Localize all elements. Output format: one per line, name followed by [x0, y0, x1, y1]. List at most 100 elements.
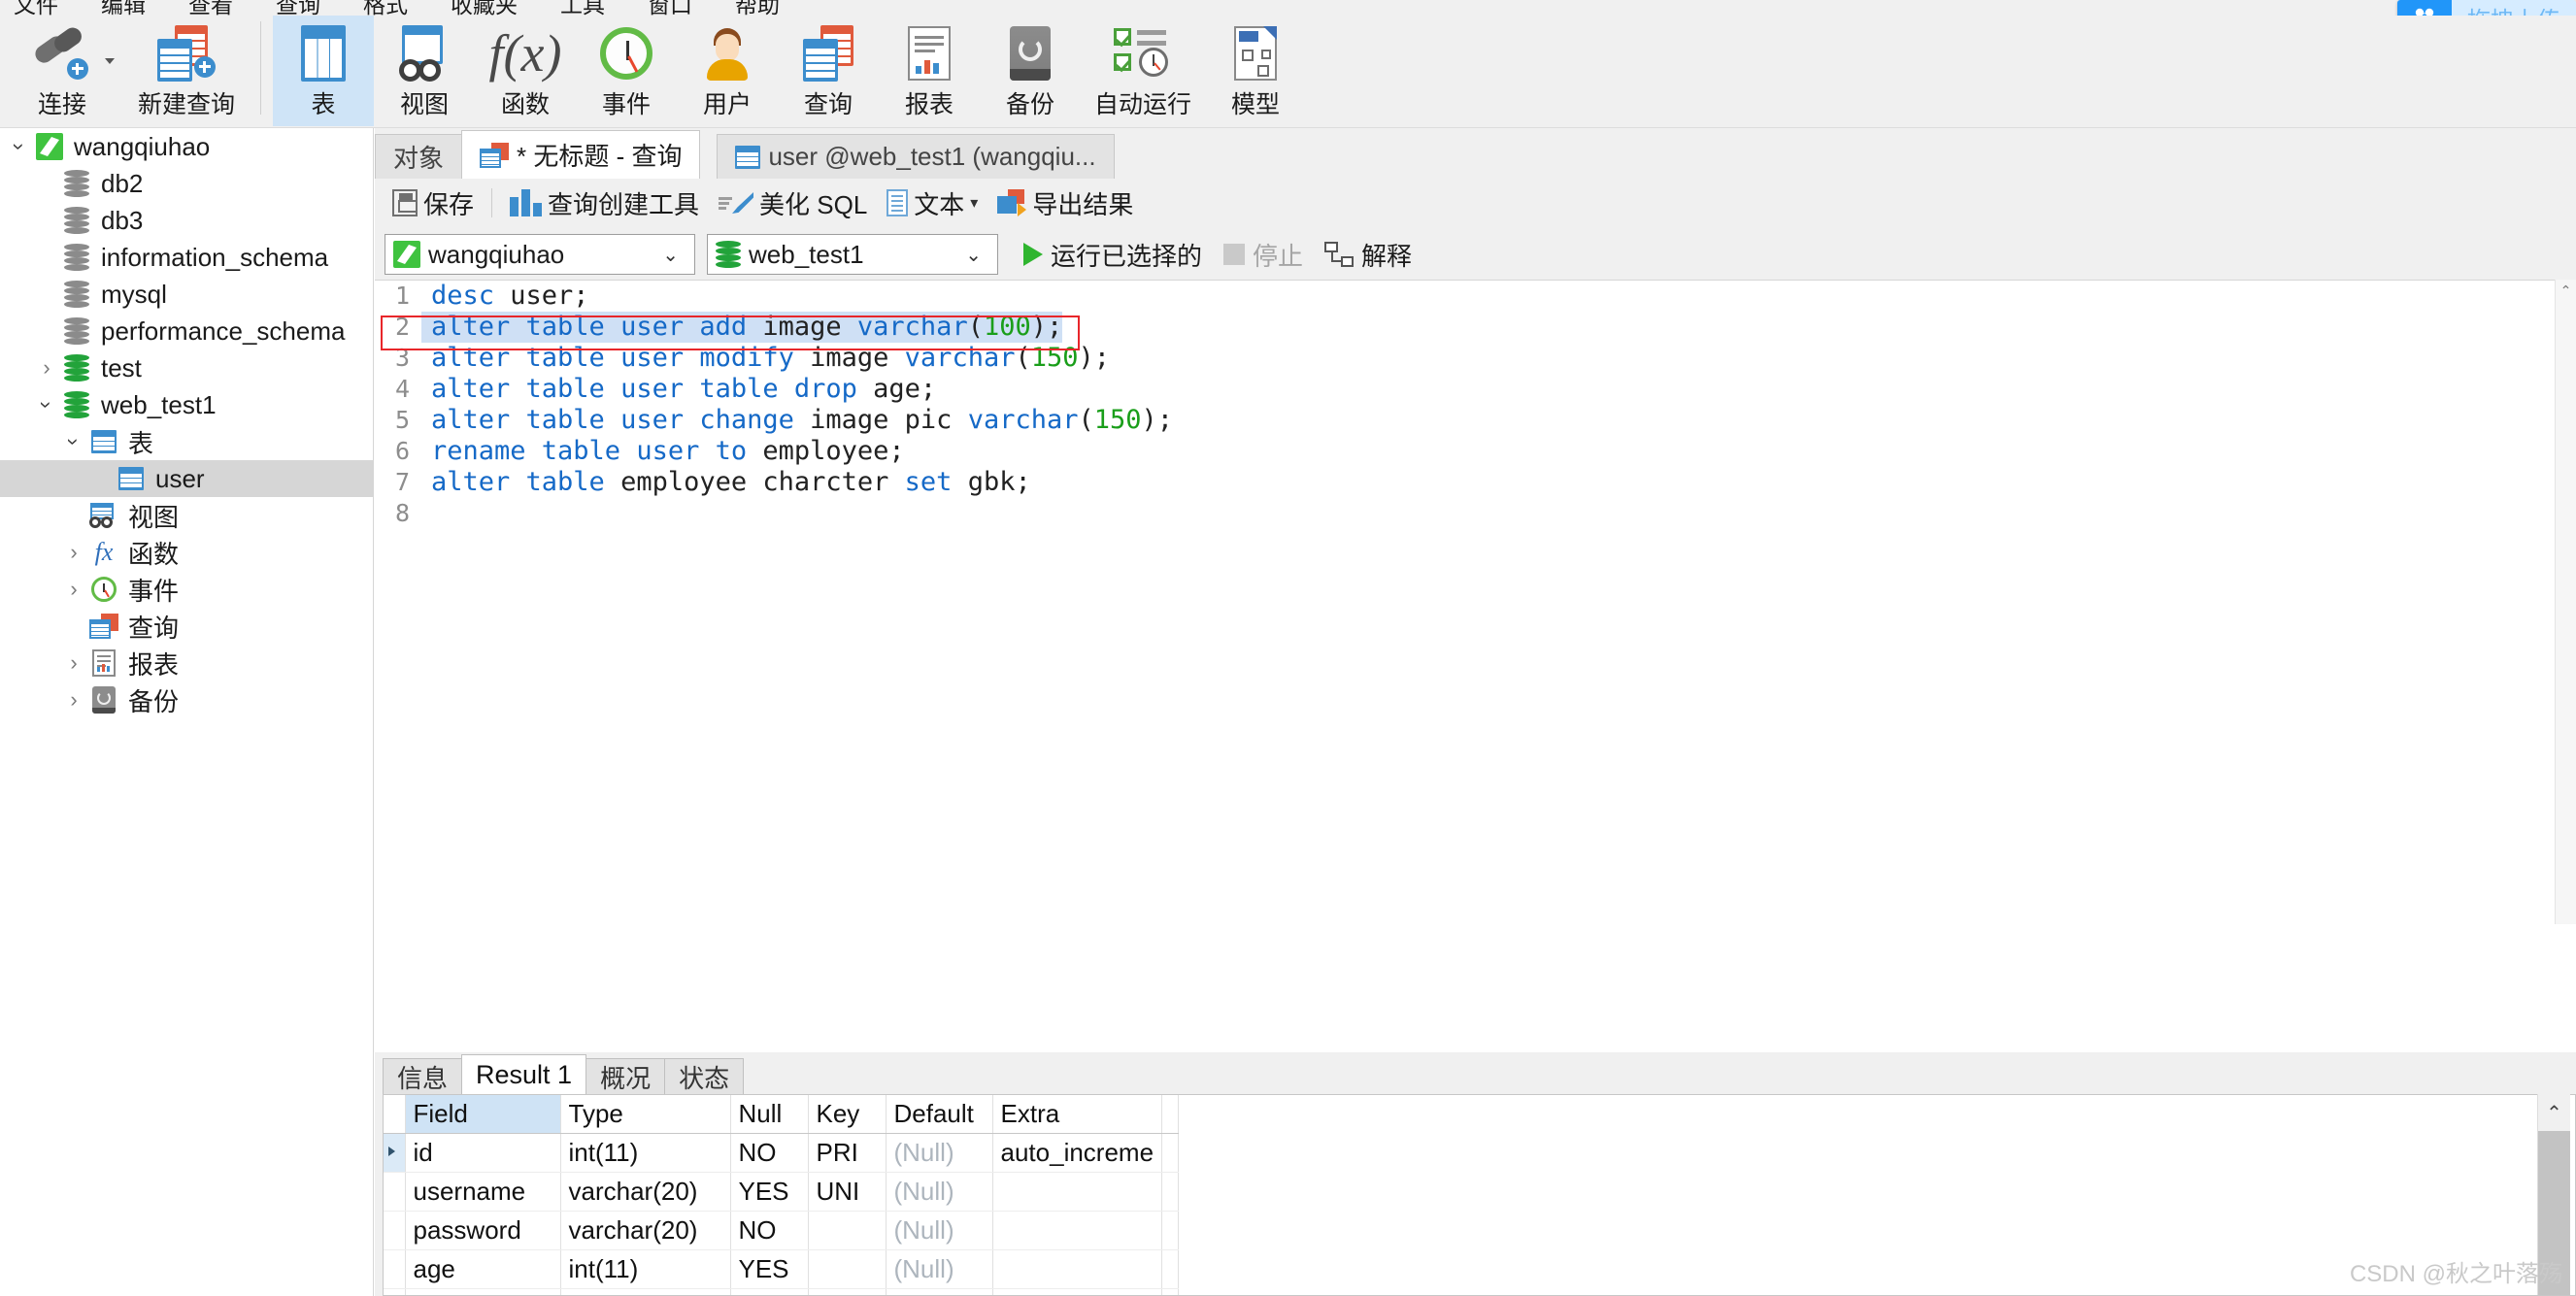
toolbar-button-automation[interactable]: 自动运行 — [1081, 16, 1205, 126]
tree-item-[interactable]: 查询 — [0, 608, 373, 645]
toolbar-button-model[interactable]: 模型 — [1205, 16, 1306, 126]
cell-null[interactable]: NO — [730, 1211, 809, 1250]
cell-default[interactable]: (Null) — [886, 1172, 993, 1212]
twisty[interactable]: › — [33, 394, 60, 415]
save-button[interactable]: 保存 — [385, 183, 482, 223]
sql-line[interactable]: 1 desc user; — [375, 281, 2576, 312]
cell-key[interactable]: UNI — [808, 1172, 887, 1212]
cell-field[interactable]: id — [405, 1133, 561, 1173]
cell-key[interactable] — [808, 1249, 887, 1289]
sql-line-text[interactable]: alter table employee charcter set gbk; — [421, 467, 1031, 498]
chevron-up-icon[interactable]: ⌃ — [2556, 280, 2576, 301]
tree-item-test[interactable]: › test — [0, 349, 373, 386]
cell-extra[interactable] — [992, 1211, 1163, 1250]
sql-line-text[interactable]: rename table user to employee; — [421, 436, 905, 467]
chevron-right-icon[interactable]: › — [70, 542, 77, 563]
tree-item-db2[interactable]: db2 — [0, 165, 373, 202]
cell-null[interactable]: YES — [730, 1172, 809, 1212]
chevron-down-icon[interactable] — [105, 58, 115, 64]
sql-line-text[interactable] — [421, 498, 447, 529]
tab-status[interactable]: 状态 — [664, 1058, 745, 1095]
sql-line[interactable]: 3 alter table user modify image varchar(1… — [375, 343, 2576, 374]
column-header-type[interactable]: Type — [560, 1095, 731, 1134]
sql-line[interactable]: 7 alter table employee charcter set gbk; — [375, 467, 2576, 498]
connection-select[interactable]: wangqiuhao ⌄ — [385, 234, 695, 275]
cell-type[interactable]: varchar(20) — [560, 1172, 731, 1212]
cell-null[interactable]: NO — [730, 1133, 809, 1173]
tree-item-information_schema[interactable]: information_schema — [0, 239, 373, 276]
chevron-right-icon[interactable]: › — [43, 357, 50, 379]
cell-extra[interactable]: auto_increme — [992, 1133, 1163, 1173]
twisty[interactable]: › — [60, 542, 87, 563]
chevron-down-icon[interactable]: ▾ — [970, 193, 978, 213]
tree-item-performance_schema[interactable]: performance_schema — [0, 313, 373, 349]
menu-item-window[interactable]: 窗口 — [648, 0, 692, 16]
object-tree-sidebar[interactable]: › wangqiuhao db2 db3 information_schema mysql… — [0, 128, 374, 1296]
toolbar-button-table[interactable]: 表 — [273, 16, 374, 126]
cell-type[interactable]: varchar(20) — [560, 1211, 731, 1250]
tree-item-[interactable]: › 报表 — [0, 645, 373, 681]
tree-item-db3[interactable]: db3 — [0, 202, 373, 239]
toolbar-button-user[interactable]: 用户 — [677, 16, 778, 126]
cell-null[interactable]: YES — [730, 1249, 809, 1289]
table-row[interactable]: password varchar(20) NO (Null) — [384, 1211, 1180, 1250]
twisty[interactable]: › — [60, 652, 87, 674]
tab-info[interactable]: 信息 — [383, 1058, 463, 1095]
query-builder-button[interactable]: 查询创建工具 — [502, 183, 707, 223]
editor-vertical-scrollbar[interactable]: ⌃ — [2555, 280, 2576, 924]
text-mode-button[interactable]: 文本 ▾ — [879, 183, 986, 223]
cell-field[interactable]: age — [405, 1249, 561, 1289]
cell-field[interactable]: birthday — [405, 1288, 561, 1295]
sql-line-text[interactable]: desc user; — [421, 281, 589, 312]
chevron-right-icon[interactable]: › — [70, 689, 77, 711]
sql-line-text[interactable]: alter table user add image varchar(100); — [421, 312, 1063, 343]
sql-line[interactable]: 6 rename table user to employee; — [375, 436, 2576, 467]
table-row[interactable]: age int(11) YES (Null) — [384, 1249, 1180, 1289]
chevron-down-icon[interactable]: › — [35, 401, 59, 408]
chevron-down-icon[interactable]: › — [8, 143, 32, 150]
cell-field[interactable]: username — [405, 1172, 561, 1212]
cell-key[interactable] — [808, 1288, 887, 1295]
twisty[interactable]: › — [60, 579, 87, 600]
menu-item-favorites[interactable]: 收藏夹 — [451, 0, 518, 16]
tree-item-web_test1[interactable]: › web_test1 — [0, 386, 373, 423]
cell-default[interactable]: (Null) — [886, 1288, 993, 1295]
tree-item-[interactable]: 视图 — [0, 497, 373, 534]
tab-objects[interactable]: 对象 — [375, 134, 463, 179]
cell-field[interactable]: password — [405, 1211, 561, 1250]
tree-item-user[interactable]: user — [0, 460, 373, 497]
menu-item-view[interactable]: 查看 — [188, 0, 233, 16]
column-header-field[interactable]: Field — [405, 1095, 561, 1134]
menu-item-file[interactable]: 文件 — [14, 0, 58, 16]
table-row[interactable]: id int(11) NO PRI (Null) auto_increme — [384, 1133, 1180, 1173]
run-selected-button[interactable]: 运行已选择的 — [1023, 237, 1202, 273]
toolbar-button-new-query[interactable]: 新建查询 — [124, 16, 249, 126]
cell-extra[interactable] — [992, 1249, 1163, 1289]
menu-item-tools[interactable]: 工具 — [560, 0, 605, 16]
cell-type[interactable]: int(11) — [560, 1249, 731, 1289]
result-grid[interactable]: Field Type Null Key Default Extra id int(11) NO P… — [383, 1094, 2576, 1296]
menu-item-edit[interactable]: 编辑 — [101, 0, 146, 16]
column-header-default[interactable]: Default — [886, 1095, 993, 1134]
tree-item-[interactable]: › 表 — [0, 423, 373, 460]
tree-item-[interactable]: › 事件 — [0, 571, 373, 608]
cell-default[interactable]: (Null) — [886, 1249, 993, 1289]
sql-line[interactable]: 5 alter table user change image pic varch… — [375, 405, 2576, 436]
chevron-up-icon[interactable]: ⌃ — [2538, 1094, 2570, 1131]
table-row[interactable]: birthdaydateYES (Null) — [384, 1288, 1180, 1295]
menu-item-format[interactable]: 格式 — [363, 0, 408, 16]
cell-type[interactable]: date — [560, 1288, 731, 1295]
toolbar-button-backup[interactable]: 备份 — [980, 16, 1081, 126]
tab-result-1[interactable]: Result 1 — [461, 1054, 587, 1095]
chevron-right-icon[interactable]: › — [70, 652, 77, 674]
database-select[interactable]: web_test1 ⌄ — [707, 234, 998, 275]
cell-key[interactable] — [808, 1211, 887, 1250]
cell-extra[interactable] — [992, 1172, 1163, 1212]
toolbar-button-connection[interactable]: 连接 — [0, 16, 124, 126]
toolbar-button-view[interactable]: 视图 — [374, 16, 475, 126]
column-header-extra[interactable]: Extra — [992, 1095, 1163, 1134]
toolbar-button-report[interactable]: 报表 — [879, 16, 980, 126]
cell-type[interactable]: int(11) — [560, 1133, 731, 1173]
sql-line-text[interactable]: alter table user modify image varchar(15… — [421, 343, 1110, 374]
chevron-down-icon[interactable]: › — [62, 438, 86, 445]
